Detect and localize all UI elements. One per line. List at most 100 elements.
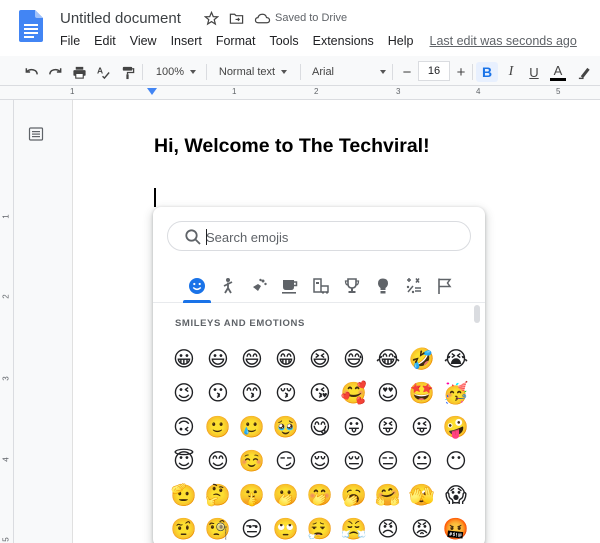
increase-font-button[interactable]: + <box>452 62 470 82</box>
emoji-button[interactable]: 😛 <box>337 410 371 444</box>
horizontal-ruler[interactable]: 1 1 2 3 4 5 <box>0 86 600 100</box>
emoji-button[interactable]: 🤭 <box>303 478 337 512</box>
animals-nature-icon[interactable] <box>246 273 272 299</box>
emoji-button[interactable]: 😝 <box>371 410 405 444</box>
emoji-button[interactable]: 😚 <box>269 376 303 410</box>
document-heading[interactable]: Hi, Welcome to The Techviral! <box>154 135 430 158</box>
style-select[interactable]: Normal text <box>212 62 294 82</box>
people-icon[interactable] <box>215 273 241 299</box>
underline-button[interactable]: U <box>524 62 544 82</box>
emoji-button[interactable]: 😙 <box>235 376 269 410</box>
emoji-button[interactable]: 😒 <box>235 512 269 543</box>
emoji-button[interactable]: 🤬 <box>439 512 473 543</box>
emoji-button[interactable]: 😐 <box>405 444 439 478</box>
emoji-search-box[interactable] <box>167 221 471 251</box>
menu-extensions[interactable]: Extensions <box>313 34 374 48</box>
indent-marker[interactable] <box>147 88 157 95</box>
spellcheck-icon[interactable]: A <box>92 62 114 82</box>
emoji-button[interactable]: 😅 <box>337 342 371 376</box>
emoji-button[interactable]: 😑 <box>371 444 405 478</box>
emoji-button[interactable]: 😋 <box>303 410 337 444</box>
emoji-button[interactable]: 🤔 <box>201 478 235 512</box>
emoji-search-input[interactable] <box>206 227 456 247</box>
emoji-button[interactable]: 🥳 <box>439 376 473 410</box>
emoji-button[interactable]: 😏 <box>269 444 303 478</box>
menu-tools[interactable]: Tools <box>269 34 298 48</box>
menu-help[interactable]: Help <box>388 34 414 48</box>
emoji-button[interactable]: 😊 <box>201 444 235 478</box>
decrease-font-button[interactable]: − <box>398 62 416 82</box>
emoji-button[interactable]: 🥱 <box>337 478 371 512</box>
emoji-button[interactable]: 😁 <box>269 342 303 376</box>
objects-icon[interactable] <box>370 273 396 299</box>
undo-icon[interactable] <box>20 62 42 82</box>
menu-edit[interactable]: Edit <box>94 34 116 48</box>
food-drink-icon[interactable] <box>277 273 303 299</box>
smileys-icon[interactable] <box>184 273 210 299</box>
emoji-button[interactable]: 😠 <box>371 512 405 543</box>
emoji-button[interactable]: 🤪 <box>439 410 473 444</box>
emoji-button[interactable]: 😱 <box>439 478 473 512</box>
emoji-button[interactable]: 😍 <box>371 376 405 410</box>
emoji-button[interactable]: 🤨 <box>167 512 201 543</box>
saved-status[interactable]: Saved to Drive <box>275 12 347 24</box>
activities-icon[interactable] <box>339 273 365 299</box>
emoji-button[interactable]: 😗 <box>201 376 235 410</box>
cloud-saved-icon[interactable] <box>254 11 271 27</box>
emoji-scrollbar[interactable] <box>474 305 480 323</box>
emoji-button[interactable]: 😀 <box>167 342 201 376</box>
redo-icon[interactable] <box>44 62 66 82</box>
symbols-icon[interactable] <box>401 273 427 299</box>
emoji-button[interactable]: 🙄 <box>269 512 303 543</box>
move-folder-icon[interactable] <box>229 11 245 27</box>
document-outline-icon[interactable] <box>28 126 44 142</box>
emoji-button[interactable]: 🙃 <box>167 410 201 444</box>
emoji-button[interactable]: 🥲 <box>235 410 269 444</box>
emoji-button[interactable]: 😆 <box>303 342 337 376</box>
emoji-button[interactable]: 😘 <box>303 376 337 410</box>
menu-format[interactable]: Format <box>216 34 256 48</box>
emoji-button[interactable]: 🫢 <box>269 478 303 512</box>
paint-format-icon[interactable] <box>116 62 138 82</box>
emoji-button[interactable]: 🫣 <box>405 478 439 512</box>
text-color-button[interactable]: A <box>548 62 568 82</box>
highlight-pen-icon[interactable] <box>574 62 594 82</box>
italic-button[interactable]: I <box>501 62 521 82</box>
emoji-button[interactable]: 🙂 <box>201 410 235 444</box>
emoji-button[interactable]: 😇 <box>167 444 201 478</box>
document-title[interactable]: Untitled document <box>60 10 181 27</box>
vertical-ruler[interactable]: 1 2 3 4 5 <box>0 100 14 543</box>
emoji-button[interactable]: 🧐 <box>201 512 235 543</box>
emoji-button[interactable]: 🫡 <box>167 478 201 512</box>
emoji-button[interactable]: 🥰 <box>337 376 371 410</box>
menu-file[interactable]: File <box>60 34 80 48</box>
emoji-button[interactable]: 😉 <box>167 376 201 410</box>
bold-button[interactable]: B <box>476 62 498 82</box>
emoji-button[interactable]: ☺️ <box>235 444 269 478</box>
travel-places-icon[interactable] <box>308 273 334 299</box>
last-edit-link[interactable]: Last edit was seconds ago <box>430 34 577 48</box>
emoji-button[interactable]: 😃 <box>201 342 235 376</box>
emoji-button[interactable]: 🤗 <box>371 478 405 512</box>
emoji-button[interactable]: 😄 <box>235 342 269 376</box>
emoji-button[interactable]: 😜 <box>405 410 439 444</box>
emoji-button[interactable]: 🤩 <box>405 376 439 410</box>
emoji-button[interactable]: 🤫 <box>235 478 269 512</box>
emoji-button[interactable]: 😌 <box>303 444 337 478</box>
menu-view[interactable]: View <box>130 34 157 48</box>
emoji-button[interactable]: 😤 <box>337 512 371 543</box>
font-size-input[interactable]: 16 <box>418 61 450 81</box>
docs-logo-icon[interactable] <box>19 10 43 42</box>
zoom-select[interactable]: 100% <box>150 62 202 82</box>
emoji-button[interactable]: 🤣 <box>405 342 439 376</box>
flags-icon[interactable] <box>432 273 458 299</box>
font-select[interactable]: Arial <box>308 62 390 82</box>
emoji-button[interactable]: 😂 <box>371 342 405 376</box>
emoji-button[interactable]: 😭 <box>439 342 473 376</box>
emoji-button[interactable]: 😮‍💨 <box>303 512 337 543</box>
menu-insert[interactable]: Insert <box>171 34 202 48</box>
emoji-button[interactable]: 😶 <box>439 444 473 478</box>
emoji-button[interactable]: 😔 <box>337 444 371 478</box>
print-icon[interactable] <box>68 62 90 82</box>
star-icon[interactable] <box>203 10 220 27</box>
